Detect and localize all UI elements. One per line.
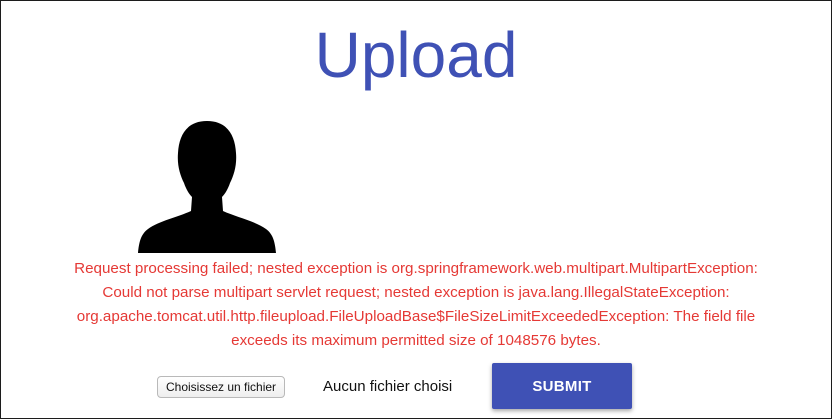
error-line: Could not parse multipart servlet reques… [102, 284, 730, 301]
choose-file-button[interactable]: Choisissez un fichier [157, 376, 286, 398]
page-title: Upload [314, 19, 518, 91]
error-line: org.apache.tomcat.util.http.fileupload.F… [76, 308, 756, 325]
error-message: Request processing failed; nested except… [5, 257, 827, 353]
error-line: Request processing failed; nested except… [74, 260, 758, 277]
upload-page: Upload Request processing failed; nested… [0, 0, 832, 419]
error-line: exceeds its maximum permitted size of 10… [231, 332, 601, 349]
user-silhouette-icon [138, 117, 276, 253]
upload-form: Choisissez un fichier Aucun fichier choi… [1, 363, 831, 411]
submit-button[interactable]: SUBMIT [492, 363, 632, 409]
file-status-text: Aucun fichier choisi [323, 378, 453, 395]
